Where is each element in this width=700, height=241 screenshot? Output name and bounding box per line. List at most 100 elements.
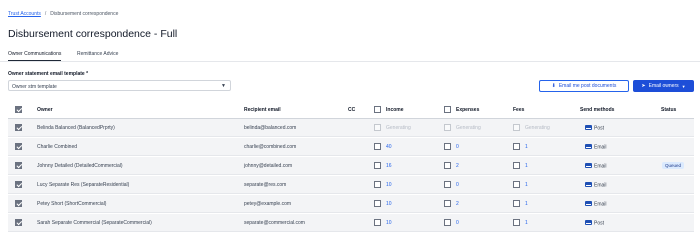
- expenses-value[interactable]: 0: [456, 220, 459, 226]
- expenses-checkbox[interactable]: [444, 162, 451, 169]
- row-select-checkbox[interactable]: [15, 181, 22, 188]
- income-checkbox[interactable]: [374, 181, 381, 188]
- fees-checkbox[interactable]: [513, 219, 520, 226]
- select-all-checkbox[interactable]: [15, 106, 22, 113]
- fees-value[interactable]: 1: [525, 144, 528, 150]
- tab-bar: Owner Communications Remittance Advice: [0, 48, 700, 62]
- header-status: Status: [661, 107, 677, 113]
- header-expenses: Expenses: [456, 107, 480, 113]
- owner-name: Charlie Combined: [37, 144, 78, 150]
- income-checkbox[interactable]: [374, 143, 381, 150]
- send-method-label: Post: [594, 125, 605, 132]
- row-select-checkbox[interactable]: [15, 162, 22, 169]
- table-row: Lucy Separate Res (SeparateResidential) s…: [8, 176, 694, 194]
- header-fees: Fees: [513, 107, 525, 113]
- fees-checkbox[interactable]: [513, 162, 520, 169]
- income-value[interactable]: 10: [386, 220, 392, 226]
- table-row: Charlie Combined charlie@combined.com 40 0 1…: [8, 138, 694, 156]
- send-method-label: Email: [594, 163, 607, 170]
- breadcrumb: Trust Accounts / Disbursement corresponden…: [8, 11, 118, 17]
- owner-name: Petey Short (ShortCommercial): [37, 201, 107, 207]
- owner-name: Johnny Detailed (DetailedCommercial): [37, 163, 123, 169]
- breadcrumb-link-trust-accounts[interactable]: Trust Accounts: [8, 11, 41, 17]
- expenses-value[interactable]: 2: [456, 163, 459, 169]
- row-select-checkbox[interactable]: [15, 143, 22, 150]
- income-checkbox[interactable]: [374, 200, 381, 207]
- table-row: Sarah Separate Commercial (SeparateComme…: [8, 214, 694, 232]
- email-owners-label: Email owners: [648, 83, 679, 89]
- income-checkbox[interactable]: [374, 124, 381, 131]
- income-value[interactable]: 10: [386, 201, 392, 207]
- table-row: Johnny Detailed (DetailedCommercial) john…: [8, 157, 694, 175]
- recipient-email: petey@example.com: [244, 201, 292, 207]
- send-method: Email: [585, 163, 607, 170]
- expenses-checkbox[interactable]: [444, 200, 451, 207]
- fees-value[interactable]: 1: [525, 182, 528, 188]
- send-method-label: Post: [594, 220, 605, 227]
- fees-value[interactable]: 1: [525, 201, 528, 207]
- row-select-checkbox[interactable]: [15, 200, 22, 207]
- send-icon: ➤: [641, 83, 646, 89]
- recipient-email: separate@res.com: [244, 182, 287, 188]
- row-select-checkbox[interactable]: [15, 219, 22, 226]
- income-checkbox[interactable]: [374, 219, 381, 226]
- table-row: Belinda Balanced (BalancedPrprty) belinda…: [8, 119, 694, 137]
- send-method: Email: [585, 144, 607, 151]
- envelope-icon: [585, 220, 592, 225]
- header-income: Income: [386, 107, 404, 113]
- email-me-post-documents-button[interactable]: ⬇ Email me post documents: [539, 80, 629, 92]
- header-send-methods: Send methods: [580, 107, 615, 113]
- expenses-value[interactable]: Generating: [456, 125, 481, 131]
- expenses-checkbox[interactable]: [444, 219, 451, 226]
- download-icon: ⬇: [551, 83, 556, 89]
- expenses-value[interactable]: 0: [456, 144, 459, 150]
- envelope-icon: [585, 125, 592, 130]
- envelope-icon: [585, 201, 592, 206]
- expenses-checkbox[interactable]: [444, 124, 451, 131]
- expenses-value[interactable]: 0: [456, 182, 459, 188]
- fees-value[interactable]: 1: [525, 220, 528, 226]
- chevron-down-icon: ▼: [681, 83, 686, 89]
- chevron-down-icon: ▼: [221, 83, 226, 89]
- send-method-label: Email: [594, 201, 607, 208]
- send-method-label: Email: [594, 144, 607, 151]
- fees-checkbox[interactable]: [513, 200, 520, 207]
- recipient-email: charlie@combined.com: [244, 144, 297, 150]
- email-me-post-documents-label: Email me post documents: [558, 83, 617, 89]
- income-value[interactable]: 40: [386, 144, 392, 150]
- expenses-select-all-checkbox[interactable]: [444, 106, 451, 113]
- send-method-label: Email: [594, 182, 607, 189]
- fees-value[interactable]: 1: [525, 163, 528, 169]
- template-select-value: Owner stm template: [12, 83, 57, 90]
- table-header-row: Owner Recipient email CC Income Expenses…: [8, 101, 694, 119]
- send-method: Email: [585, 201, 607, 208]
- tab-owner-communications[interactable]: Owner Communications: [8, 51, 62, 61]
- breadcrumb-separator: /: [44, 11, 47, 17]
- income-value[interactable]: 16: [386, 163, 392, 169]
- fees-checkbox[interactable]: [513, 181, 520, 188]
- header-cc: CC: [348, 107, 356, 113]
- expenses-checkbox[interactable]: [444, 181, 451, 188]
- tab-remittance-advice[interactable]: Remittance Advice: [77, 51, 118, 60]
- income-select-all-checkbox[interactable]: [374, 106, 381, 113]
- table-row: Petey Short (ShortCommercial) petey@examp…: [8, 195, 694, 213]
- recipient-email: separate@commercial.com: [244, 220, 305, 226]
- fees-checkbox[interactable]: [513, 143, 520, 150]
- email-owners-button[interactable]: ➤ Email owners ▼: [633, 80, 694, 92]
- breadcrumb-current: Disbursement correspondence: [50, 11, 119, 17]
- expenses-value[interactable]: 2: [456, 201, 459, 207]
- fees-checkbox[interactable]: [513, 124, 520, 131]
- send-method: Post: [585, 220, 604, 227]
- row-select-checkbox[interactable]: [15, 124, 22, 131]
- template-select[interactable]: Owner stm template ▼: [8, 80, 231, 91]
- send-method: Email: [585, 182, 607, 189]
- status-badge: Queued: [662, 162, 685, 169]
- recipient-email: johnny@detailed.com: [244, 163, 293, 169]
- fees-value[interactable]: Generating: [525, 125, 550, 131]
- income-checkbox[interactable]: [374, 162, 381, 169]
- page-title: Disbursement correspondence - Full: [8, 28, 178, 40]
- expenses-checkbox[interactable]: [444, 143, 451, 150]
- owner-name: Lucy Separate Res (SeparateResidential): [37, 182, 130, 188]
- income-value[interactable]: Generating: [386, 125, 411, 131]
- income-value[interactable]: 10: [386, 182, 392, 188]
